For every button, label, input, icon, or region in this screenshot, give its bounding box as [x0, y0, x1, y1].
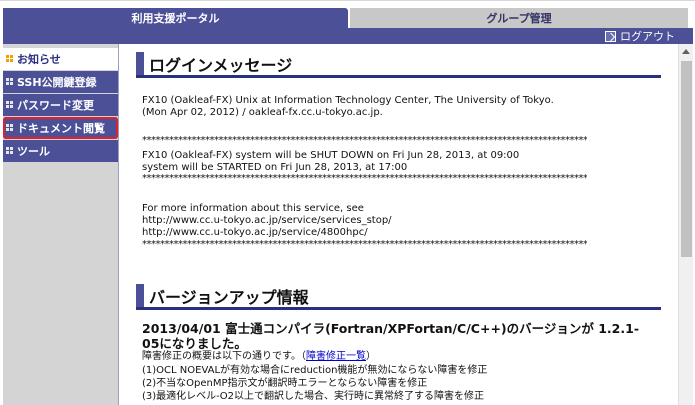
login-line: FX10 (Oakleaf-FX) Unix at Information Te… — [142, 95, 554, 106]
sidebar-item-tools[interactable]: ツール — [3, 140, 118, 162]
vertical-scrollbar[interactable] — [678, 44, 693, 405]
sidebar-item-notices[interactable]: お知らせ — [3, 48, 118, 70]
version-item: (1)OCL NOEVALが有効な場合にreduction機能が無効にならない障… — [142, 365, 488, 376]
tab-group-management[interactable]: グループ管理 — [350, 8, 688, 29]
sidebar-item-label: ドキュメント閲覧 — [17, 122, 105, 135]
grid-icon — [6, 147, 14, 155]
sidebar-item-label: SSH公開鍵登録 — [17, 76, 97, 89]
grid-icon — [6, 124, 14, 132]
sidebar-item-label: パスワード変更 — [17, 99, 94, 112]
main-content: ログインメッセージ FX10 (Oakleaf-FX) Unix at Info… — [120, 44, 678, 405]
sidebar-item-label: お知らせ — [17, 53, 61, 66]
logout-link[interactable]: ログアウト — [605, 29, 675, 43]
section-title: ログインメッセージ — [149, 56, 293, 75]
login-line: FX10 (Oakleaf-FX) system will be SHUT DO… — [142, 150, 520, 161]
sidebar-item-ssh-key[interactable]: SSH公開鍵登録 — [3, 71, 118, 93]
separator-stars: ****************************************… — [142, 174, 587, 184]
fix-list-link[interactable]: 障害修正一覧 — [306, 351, 366, 362]
scroll-up-icon[interactable] — [679, 44, 694, 59]
sidebar-item-documents[interactable]: ドキュメント閲覧 — [3, 117, 118, 139]
version-item: (2)不当なOpenMP指示文が翻訳時エラーとならない障害を修正 — [142, 378, 428, 389]
sidebar-item-password[interactable]: パスワード変更 — [3, 94, 118, 116]
sidebar-item-label: ツール — [17, 145, 50, 158]
scrollbar-thumb[interactable] — [681, 61, 692, 257]
separator-stars: ****************************************… — [142, 136, 587, 146]
grid-icon — [6, 55, 14, 63]
tab-portal[interactable]: 利用支援ポータル — [3, 8, 348, 29]
logout-icon — [605, 30, 616, 42]
section-title: バージョンアップ情報 — [149, 288, 309, 307]
login-line: http://www.cc.u-tokyo.ac.jp/service/serv… — [142, 215, 392, 226]
sub-header: ログアウト — [3, 28, 693, 44]
login-message-header: ログインメッセージ — [136, 46, 661, 78]
logout-label: ログアウト — [620, 30, 675, 43]
version-info-header: バージョンアップ情報 — [136, 278, 661, 310]
sidebar: お知らせ SSH公開鍵登録 パスワード変更 ドキュメント閲覧 ツール — [3, 44, 119, 405]
version-summary: 障害修正の概要は以下の通りです。（障害修正一覧） — [142, 351, 376, 362]
separator-stars: ****************************************… — [142, 240, 587, 250]
version-heading: 2013/04/01 富士通コンパイラ(Fortran/XPFortan/C/C… — [142, 321, 640, 351]
login-line: For more information about this service,… — [142, 203, 364, 214]
version-item: (3)最適化レベル-O2以上で翻訳した場合、実行時に異常終了する障害を修正 — [142, 391, 485, 402]
grid-icon — [6, 101, 14, 109]
top-tab-bar: 利用支援ポータル グループ管理 — [0, 0, 695, 29]
login-line: system will be STARTED on Fri Jun 28, 20… — [142, 162, 408, 173]
login-line: (Mon Apr 02, 2012) / oakleaf-fx.cc.u-tok… — [142, 107, 383, 118]
grid-icon — [6, 78, 14, 86]
login-line: http://www.cc.u-tokyo.ac.jp/service/4800… — [142, 227, 368, 238]
